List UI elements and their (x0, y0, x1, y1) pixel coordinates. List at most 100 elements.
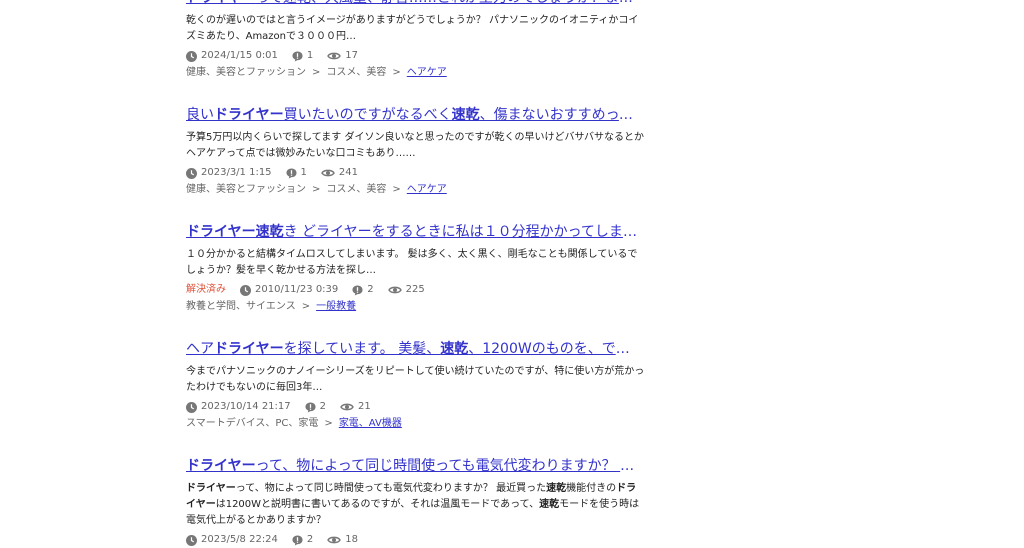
views-meta: 241 (321, 165, 358, 181)
clock-icon (186, 534, 197, 546)
eye-icon (327, 536, 342, 544)
result-title-link[interactable]: ドライヤーって速乾、大風量、静音……どれが主力のでしょうか？また静音だと (186, 0, 642, 7)
post-date: 2010/11/23 0:39 (255, 284, 339, 295)
answer-bubble-icon (292, 50, 303, 62)
clock-icon (186, 167, 197, 179)
result-title-link[interactable]: ドライヤー速乾き どライヤーをするときに私は１０分程かかってしまうのですが… (186, 223, 642, 241)
date-meta: 2023/5/8 22:24 (186, 532, 278, 548)
date-meta: 2024/1/15 0:01 (186, 48, 278, 64)
date-meta: 2023/3/1 1:15 (186, 165, 272, 181)
keyword-highlight: 速乾 (546, 483, 567, 494)
text-segment: 買いたいのですがなるべく (283, 107, 452, 123)
result-snippet: ドライヤーって、物によって同じ時間使っても電気代変わりますか？ 最近買った速乾機… (186, 481, 646, 529)
text-segment: って、物によって同じ時間使っても電気代変わりますか？ 最近買った… (255, 458, 642, 474)
clock-icon (186, 50, 197, 62)
result-snippet: 予算5万円以内くらいで探してます ダイソン良いなと思ったのですが乾くの早いけどバ… (186, 130, 646, 162)
text-segment: って速乾、大風量、静音……どれが主力のでしょうか？また静音だと (256, 0, 642, 6)
result-meta: 2024/1/15 0:01 1 17 (186, 48, 648, 64)
text-segment: 、傷まないおすすめってあります… (479, 107, 642, 123)
result-meta: 2023/10/14 21:17 2 21 (186, 399, 648, 415)
category-label: 健康、美容とファッション (186, 67, 306, 78)
search-results-list: ドライヤーって速乾、大風量、静音……どれが主力のでしょうか？また静音だと 乾くの… (186, 0, 648, 548)
keyword-highlight: ドライヤー (186, 0, 256, 6)
category-separator: > (312, 184, 321, 195)
keyword-highlight: 速乾 (451, 107, 480, 123)
category-label: スマートデバイス、PC、家電 (186, 418, 319, 429)
answers-meta: 1 (292, 48, 313, 64)
text-segment: ヘア (186, 341, 214, 357)
views-meta: 18 (327, 532, 358, 548)
text-segment: は1200Wと説明書に書いてあるのですが、それは温風モードであって、 (215, 499, 540, 510)
answers-meta: 2 (305, 399, 326, 415)
result-snippet: 今までパナソニックのナノイーシリーズをリピートして使い続けていたのですが、特に使… (186, 364, 646, 396)
answer-bubble-icon (286, 167, 297, 179)
text-segment: 、1200Wのものを、できれば2万以… (468, 341, 642, 357)
result-title-link[interactable]: ヘアドライヤーを探しています。 美髪、速乾、1200Wのものを、できれば2万以… (186, 340, 642, 358)
category-link[interactable]: 家電、AV機器 (339, 418, 402, 429)
view-count: 18 (345, 534, 359, 545)
category-link[interactable]: ヘアケア (407, 67, 447, 78)
result-meta: 2023/5/8 22:24 2 18 (186, 532, 648, 548)
keyword-highlight: ドライヤー (186, 458, 256, 474)
answers-meta: 1 (286, 165, 307, 181)
search-result-item: ドライヤー速乾き どライヤーをするときに私は１０分程かかってしまうのですが… １… (186, 223, 648, 315)
answer-count: 1 (306, 50, 314, 61)
post-date: 2024/1/15 0:01 (201, 50, 278, 61)
search-result-item: ヘアドライヤーを探しています。 美髪、速乾、1200Wのものを、できれば2万以…… (186, 340, 648, 432)
text-segment: って、物によって同じ時間使っても電気代変わりますか？ 最近買った (235, 483, 547, 494)
category-separator: > (392, 184, 401, 195)
date-meta: 2010/11/23 0:39 (240, 282, 338, 298)
date-meta: 2023/10/14 21:17 (186, 399, 291, 415)
keyword-highlight: 速乾 (539, 499, 560, 510)
view-count: 21 (358, 401, 371, 412)
search-result-item: ドライヤーって速乾、大風量、静音……どれが主力のでしょうか？また静音だと 乾くの… (186, 0, 648, 81)
text-segment: １０分かかると結構タイムロスしてしまいます。 髪は多く、太く黒く、剛毛なことも関… (186, 249, 638, 276)
answers-meta: 2 (292, 532, 313, 548)
answer-count: 2 (319, 401, 327, 412)
result-categories: 健康、美容とファッション > コスメ、美容 > ヘアケア (186, 65, 648, 81)
result-spacer (186, 198, 648, 223)
result-meta: 解決済み 2010/11/23 0:39 2 225 (186, 282, 648, 298)
category-separator: > (324, 418, 333, 429)
category-separator: > (301, 301, 311, 312)
views-meta: 225 (387, 282, 425, 298)
view-count: 17 (345, 50, 359, 61)
answer-count: 2 (367, 284, 374, 295)
post-date: 2023/3/1 1:15 (201, 167, 272, 178)
keyword-highlight: 速乾 (440, 341, 469, 357)
post-date: 2023/10/14 21:17 (201, 401, 291, 412)
category-separator: > (392, 67, 401, 78)
search-result-item: 良いドライヤー買いたいのですがなるべく速乾、傷まないおすすめってあります… 予算… (186, 106, 648, 198)
text-segment: 乾くのが遅いのではと言うイメージがありますがどうでしょうか？ パナソニックのイオ… (186, 15, 639, 42)
eye-icon (340, 403, 354, 411)
answers-meta: 2 (352, 282, 374, 298)
result-title-link[interactable]: 良いドライヤー買いたいのですがなるべく速乾、傷まないおすすめってあります… (186, 106, 642, 124)
answer-bubble-icon (292, 534, 303, 546)
result-spacer (186, 315, 648, 340)
result-title-link[interactable]: ドライヤーって、物によって同じ時間使っても電気代変わりますか？ 最近買った… (186, 457, 642, 475)
keyword-highlight: ドライヤー (214, 341, 284, 357)
category-label: コスメ、美容 (326, 184, 387, 195)
text-segment: 今までパナソニックのナノイーシリーズをリピートして使い続けていたのですが、特に使… (186, 366, 645, 393)
clock-icon (186, 401, 197, 413)
eye-icon (327, 52, 342, 60)
answer-bubble-icon (352, 284, 363, 296)
text-segment: 良い (186, 107, 214, 123)
result-meta: 2023/3/1 1:15 1 241 (186, 165, 648, 181)
category-link[interactable]: ヘアケア (407, 184, 447, 195)
answer-count: 1 (300, 167, 307, 178)
category-label: 教養と学問、サイエンス (186, 301, 296, 312)
result-categories: 教養と学問、サイエンス > 一般教養 (186, 299, 648, 315)
result-categories: 健康、美容とファッション > コスメ、美容 > ヘアケア (186, 182, 648, 198)
clock-icon (240, 284, 251, 296)
category-link[interactable]: 一般教養 (316, 301, 356, 312)
result-snippet: 乾くのが遅いのではと言うイメージがありますがどうでしょうか？ パナソニックのイオ… (186, 13, 646, 45)
result-snippet: １０分かかると結構タイムロスしてしまいます。 髪は多く、太く黒く、剛毛なことも関… (186, 247, 646, 279)
views-meta: 17 (327, 48, 358, 64)
view-count: 225 (405, 284, 425, 295)
category-label: コスメ、美容 (326, 67, 387, 78)
keyword-highlight: ドライヤー速乾 (186, 224, 284, 240)
text-segment: き どライヤーをするときに私は１０分程かかってしまうのですが… (283, 224, 642, 240)
result-spacer (186, 81, 648, 106)
text-segment: 予算5万円以内くらいで探してます ダイソン良いなと思ったのですが乾くの早いけどバ… (186, 132, 645, 159)
